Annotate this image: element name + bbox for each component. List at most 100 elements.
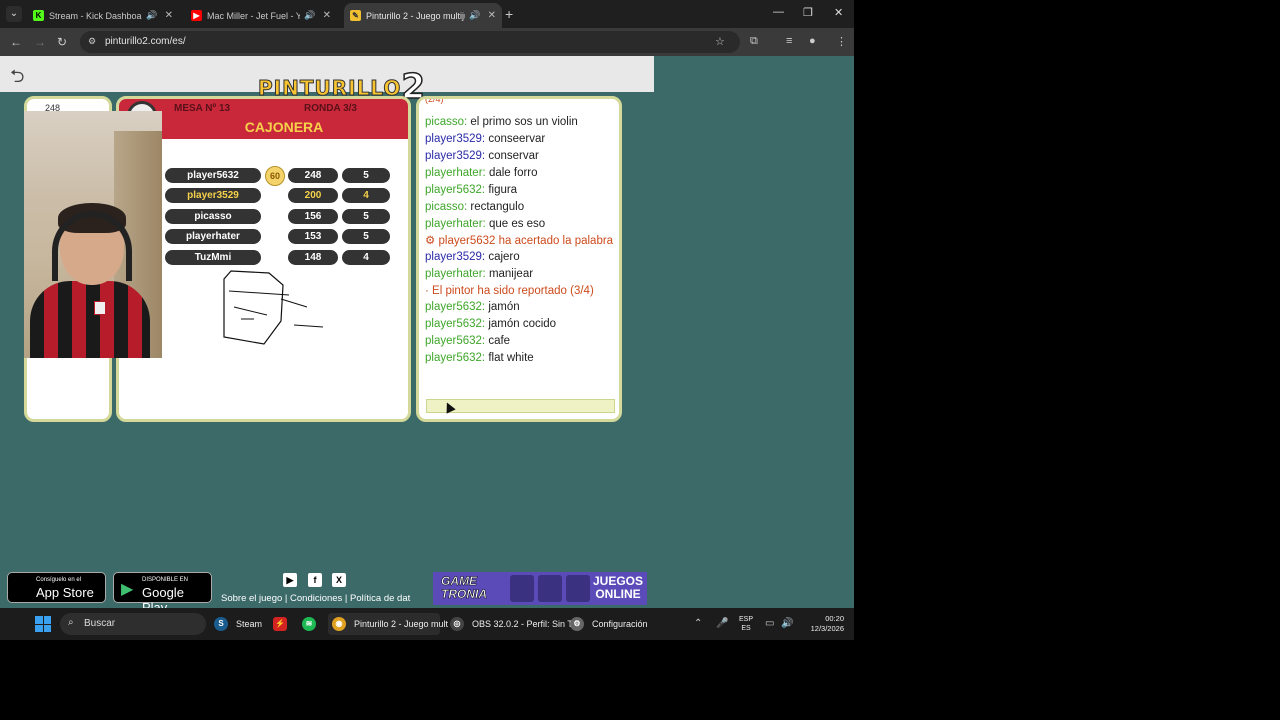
close-tab-icon[interactable]: ✕: [323, 10, 331, 21]
youtube-icon: ▶: [191, 10, 202, 21]
steam-icon: S: [214, 617, 228, 631]
new-tab-button[interactable]: +: [505, 6, 513, 22]
address-bar[interactable]: ⚙ pinturillo2.com/es/: [80, 31, 740, 53]
taskbar-app-red[interactable]: ⚡: [273, 613, 295, 635]
system-message-text: player5632 ha acertado la palabra: [438, 235, 614, 247]
youtube-icon[interactable]: ▶: [283, 573, 297, 587]
chat-username[interactable]: playerhater:: [425, 218, 486, 230]
juegos-online-line2: ONLINE: [595, 587, 641, 601]
profile-icon[interactable]: ●: [809, 35, 816, 47]
chat-username[interactable]: player3529:: [425, 133, 485, 145]
chat-username[interactable]: player3529:: [425, 251, 485, 263]
taskbar-spotify[interactable]: ≋: [302, 613, 324, 635]
chat-username[interactable]: player5632:: [425, 301, 485, 313]
table-number: MESA Nº 13: [174, 103, 231, 114]
minimize-icon[interactable]: —: [773, 6, 784, 18]
back-icon[interactable]: ←: [10, 35, 22, 49]
taskbar-clock[interactable]: 00:20 12/3/2026: [800, 614, 844, 634]
chat-message: picasso: rectangulo: [425, 199, 619, 216]
taskbar-steam[interactable]: S Steam: [214, 613, 262, 635]
chat-message: player3529: conservar: [425, 148, 619, 165]
taskbar-label: OBS 32.0.2 - Perfil: Sin T: [472, 619, 573, 629]
chat-username[interactable]: picasso:: [425, 201, 467, 213]
tab-kick-dashboard[interactable]: K Stream - Kick Dashboard 🔊 ✕: [27, 3, 179, 28]
player-hits: 5: [342, 168, 390, 183]
site-info-icon[interactable]: ⚙: [88, 36, 96, 47]
forward-icon[interactable]: →: [34, 35, 46, 49]
tab-search-icon[interactable]: ⌄: [6, 6, 22, 22]
chat-partial-line: (2/4): [425, 96, 444, 104]
chat-username[interactable]: player3529:: [425, 150, 485, 162]
close-tab-icon[interactable]: ✕: [488, 10, 496, 21]
chat-text: flat white: [488, 352, 534, 364]
media-control-icon[interactable]: ≡: [786, 35, 792, 47]
chat-text: jamón cocido: [488, 318, 557, 330]
audio-icon[interactable]: 🔊: [469, 10, 480, 21]
site-footer: Consíguelo en el App Store ▶ DISPONIBLE …: [0, 568, 854, 615]
taskbar-settings[interactable]: ⚙ Configuración: [570, 613, 648, 635]
chat-username[interactable]: player5632:: [425, 352, 485, 364]
volume-icon[interactable]: 🔊: [781, 618, 793, 629]
footer-links[interactable]: Sobre el juego | Condiciones | Política …: [221, 593, 410, 604]
taskbar-obs[interactable]: ◎ OBS 32.0.2 - Perfil: Sin T: [450, 613, 573, 635]
chat-message: playerhater: manijear: [425, 266, 619, 283]
chrome-icon: ◉: [332, 617, 346, 631]
chat-message: player5632: jamón cocido: [425, 316, 619, 333]
chat-username[interactable]: player5632:: [425, 184, 485, 196]
chat-message: player3529: conseervar: [425, 131, 619, 148]
chat-text: dale forro: [488, 167, 538, 179]
close-window-icon[interactable]: ✕: [834, 6, 843, 19]
secret-word: CAJONERA: [244, 119, 324, 135]
chat-message: picasso: el primo sos un violin: [425, 114, 619, 131]
chat-panel: (2/4) picasso: el primo sos un violin pla…: [416, 96, 622, 422]
chat-text: cajero: [488, 251, 520, 263]
chat-message: player5632: flat white: [425, 350, 619, 367]
tab-title: Pinturillo 2 - Juego multijug: [366, 10, 466, 21]
player-hits: 5: [342, 229, 390, 244]
player-points: 156: [288, 209, 338, 224]
chat-text: manijear: [488, 268, 534, 280]
audio-icon[interactable]: 🔊: [304, 10, 315, 21]
chat-system-message: ⚙ player5632 ha acertado la palabra: [425, 233, 619, 249]
app-store-button[interactable]: Consíguelo en el App Store: [7, 572, 106, 603]
close-tab-icon[interactable]: ✕: [165, 10, 173, 21]
system-message-icon: ⚙: [425, 235, 436, 247]
exit-arrow-icon[interactable]: ⮌: [10, 64, 24, 94]
x-icon[interactable]: X: [332, 573, 346, 587]
google-play-button[interactable]: ▶ DISPONIBLE EN Google Play: [113, 572, 212, 615]
clock-date: 12/3/2026: [810, 624, 844, 633]
language-indicator[interactable]: ESP ES: [739, 615, 753, 633]
audio-icon[interactable]: 🔊: [146, 10, 157, 21]
chat-username[interactable]: playerhater:: [425, 268, 486, 280]
menu-dots-icon[interactable]: ⋮: [836, 35, 847, 48]
chat-username[interactable]: player5632:: [425, 318, 485, 330]
chat-username[interactable]: playerhater:: [425, 167, 486, 179]
obs-icon: ◎: [450, 617, 464, 631]
microphone-icon[interactable]: 🎤: [716, 618, 728, 629]
player-hits: 5: [342, 209, 390, 224]
taskbar-chrome[interactable]: ◉ Pinturillo 2 - Juego mult: [328, 613, 448, 635]
extensions-icon[interactable]: ⧉: [750, 35, 758, 48]
chat-username[interactable]: picasso:: [425, 116, 467, 128]
tab-title: Stream - Kick Dashboard: [49, 10, 143, 21]
network-icon[interactable]: ▭: [765, 618, 774, 629]
facebook-icon[interactable]: f: [308, 573, 322, 587]
tab-pinturillo[interactable]: ✎ Pinturillo 2 - Juego multijug 🔊 ✕: [344, 3, 502, 28]
taskbar-search[interactable]: ⌕ Buscar: [60, 613, 206, 635]
gametronia-banner[interactable]: GAME TRONIA JUEGOS ONLINE: [433, 572, 647, 605]
reload-icon[interactable]: ↻: [57, 35, 67, 49]
round-counter: RONDA 3/3: [304, 103, 357, 114]
chat-username[interactable]: player5632:: [425, 335, 485, 347]
drawing-strokes: [223, 270, 324, 345]
tab-youtube[interactable]: ▶ Mac Miller - Jet Fuel - YouT 🔊 ✕: [185, 3, 337, 28]
chat-message: player3529: cajero: [425, 249, 619, 266]
bookmark-star-icon[interactable]: ☆: [715, 35, 725, 48]
restore-icon[interactable]: ❐: [803, 6, 813, 19]
chevron-up-icon[interactable]: ⌃: [694, 618, 702, 629]
chat-text: conservar: [488, 150, 539, 162]
search-icon: ⌕: [68, 617, 74, 628]
rocket-icon: [538, 575, 562, 602]
game-icon: [566, 575, 590, 602]
webcam-overlay: [24, 111, 162, 358]
windows-start-icon[interactable]: [35, 616, 51, 632]
